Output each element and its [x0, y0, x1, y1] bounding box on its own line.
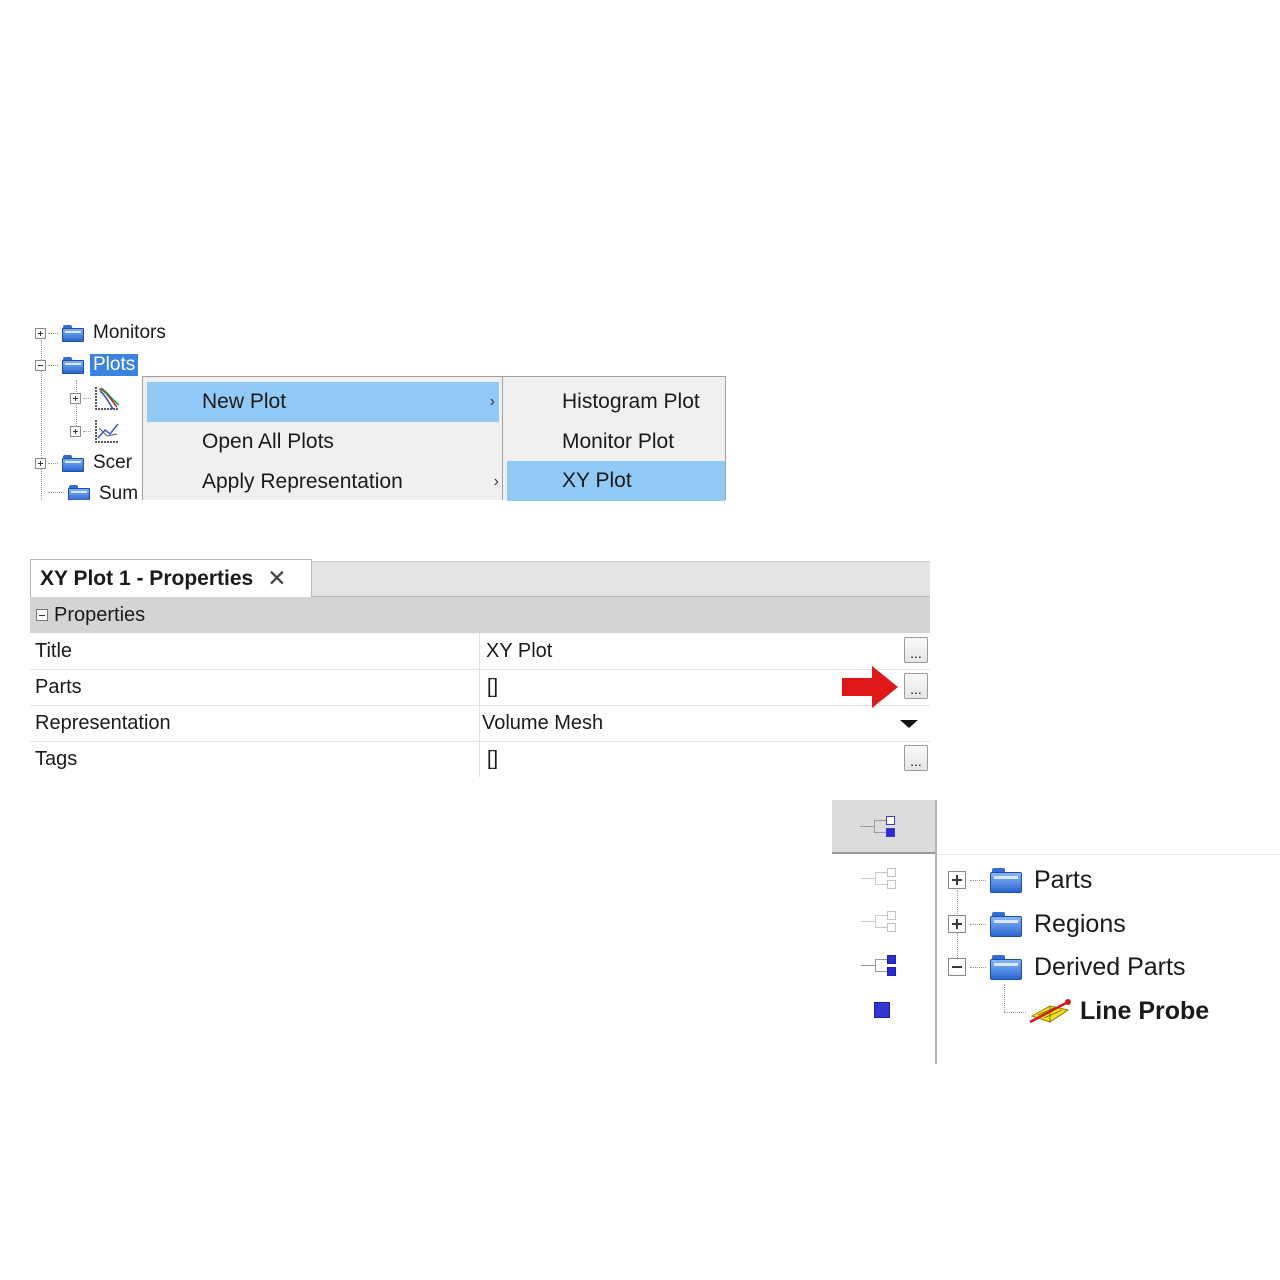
ellipsis-button[interactable]: ...	[904, 637, 928, 663]
panel-divider	[935, 800, 937, 1064]
red-arrow-icon	[842, 666, 898, 708]
panel-divider	[937, 854, 1280, 855]
tree-item-summaries[interactable]: Sum	[35, 480, 138, 500]
line-probe-icon	[1029, 999, 1071, 1024]
property-key: Tags	[35, 747, 78, 770]
expand-icon[interactable]	[35, 327, 46, 339]
menu-item-histogram-plot[interactable]: Histogram Plot	[503, 382, 725, 422]
dropdown-arrow-icon[interactable]	[900, 720, 918, 728]
tree-item-label: Plots	[90, 354, 139, 376]
menu-item-new-plot[interactable]: New Plot ›	[147, 382, 499, 422]
folder-icon	[990, 954, 1022, 980]
folder-icon	[62, 324, 84, 342]
context-menu: New Plot › Open All Plots Apply Represen…	[142, 376, 504, 500]
tree-item-plot-child[interactable]	[70, 416, 121, 446]
menu-item-label: New Plot	[202, 390, 287, 413]
close-icon[interactable]: ✕	[267, 565, 286, 592]
new-plot-submenu: Histogram Plot Monitor Plot XY Plot	[502, 376, 726, 501]
hierarchy-icon[interactable]	[861, 864, 901, 894]
menu-item-monitor-plot[interactable]: Monitor Plot	[503, 422, 725, 462]
properties-tab[interactable]: XY Plot 1 - Properties ✕	[30, 559, 312, 597]
collapse-icon[interactable]	[36, 609, 48, 621]
property-value[interactable]: []	[487, 669, 498, 705]
histogram-plot-icon	[95, 387, 120, 410]
property-row-parts[interactable]: Parts [] ...	[30, 666, 930, 708]
ellipsis-button[interactable]: ...	[904, 673, 928, 699]
hierarchy-icon	[860, 812, 900, 842]
expand-icon[interactable]	[948, 915, 966, 933]
tree-item-label: Regions	[1034, 909, 1126, 938]
tree-item-label: Parts	[1034, 865, 1093, 894]
property-value[interactable]: Volume Mesh	[482, 705, 603, 741]
folder-icon	[990, 911, 1022, 937]
property-row-representation[interactable]: Representation Volume Mesh	[30, 705, 930, 742]
expand-icon[interactable]	[948, 871, 966, 889]
ellipsis-button[interactable]: ...	[904, 745, 928, 771]
section-label: Properties	[54, 603, 146, 626]
property-row-tags[interactable]: Tags [] ...	[30, 741, 930, 777]
submenu-arrow-icon: ›	[493, 473, 499, 490]
menu-item-open-all-plots[interactable]: Open All Plots	[143, 422, 503, 462]
collapse-icon[interactable]	[948, 958, 966, 976]
xy-plot-icon	[95, 420, 119, 443]
tree-item-label: Sum	[99, 483, 139, 500]
tree-item-label: Derived Parts	[1034, 952, 1186, 981]
expand-icon[interactable]	[35, 457, 46, 469]
tab-title: XY Plot 1 - Properties	[40, 566, 254, 590]
tree-item-plot-child[interactable]	[70, 383, 121, 413]
folder-icon	[62, 356, 84, 374]
hierarchy-selected-icon[interactable]	[861, 951, 901, 981]
tab-strip	[312, 561, 930, 597]
folder-icon	[68, 485, 90, 500]
properties-section-header[interactable]: Properties	[30, 597, 930, 633]
property-row-title[interactable]: Title XY Plot ...	[30, 633, 930, 670]
tree-item-monitors[interactable]: Monitors	[35, 318, 166, 348]
tree-item-label: Scer	[93, 452, 133, 473]
hierarchy-icon[interactable]	[861, 907, 901, 937]
selected-leaf-icon[interactable]	[874, 1002, 890, 1018]
menu-item-label: Apply Representation	[202, 470, 403, 493]
menu-item-xy-plot[interactable]: XY Plot	[507, 461, 725, 501]
folder-icon	[990, 867, 1022, 893]
tree-item-line-probe[interactable]: Line Probe	[1028, 993, 1209, 1029]
expand-icon[interactable]	[70, 425, 81, 437]
filter-toggle-button[interactable]	[832, 800, 936, 854]
tree-item-regions[interactable]: Regions	[948, 906, 1126, 942]
menu-item-apply-representation[interactable]: Apply Representation ›	[143, 462, 503, 502]
property-value[interactable]: []	[487, 741, 498, 777]
tree-item-label: Monitors	[93, 322, 166, 343]
tree-item-scenes[interactable]: Scer	[35, 448, 132, 478]
property-value[interactable]: XY Plot	[486, 633, 552, 669]
tree-item-plots[interactable]: Plots	[35, 350, 139, 380]
tree-item-label: Line Probe	[1080, 996, 1210, 1025]
tree-item-parts[interactable]: Parts	[948, 862, 1092, 898]
property-key: Parts	[35, 675, 82, 698]
submenu-arrow-icon: ›	[489, 393, 495, 410]
folder-icon	[62, 454, 84, 472]
tree-item-derived-parts[interactable]: Derived Parts	[948, 949, 1185, 985]
menu-item-label: XY Plot	[562, 469, 632, 492]
property-key: Representation	[35, 711, 171, 734]
collapse-icon[interactable]	[35, 359, 46, 371]
expand-icon[interactable]	[70, 392, 81, 404]
menu-item-label: Histogram Plot	[562, 390, 700, 413]
menu-item-label: Monitor Plot	[562, 430, 675, 453]
menu-item-label: Open All Plots	[202, 430, 334, 453]
property-key: Title	[35, 639, 73, 662]
